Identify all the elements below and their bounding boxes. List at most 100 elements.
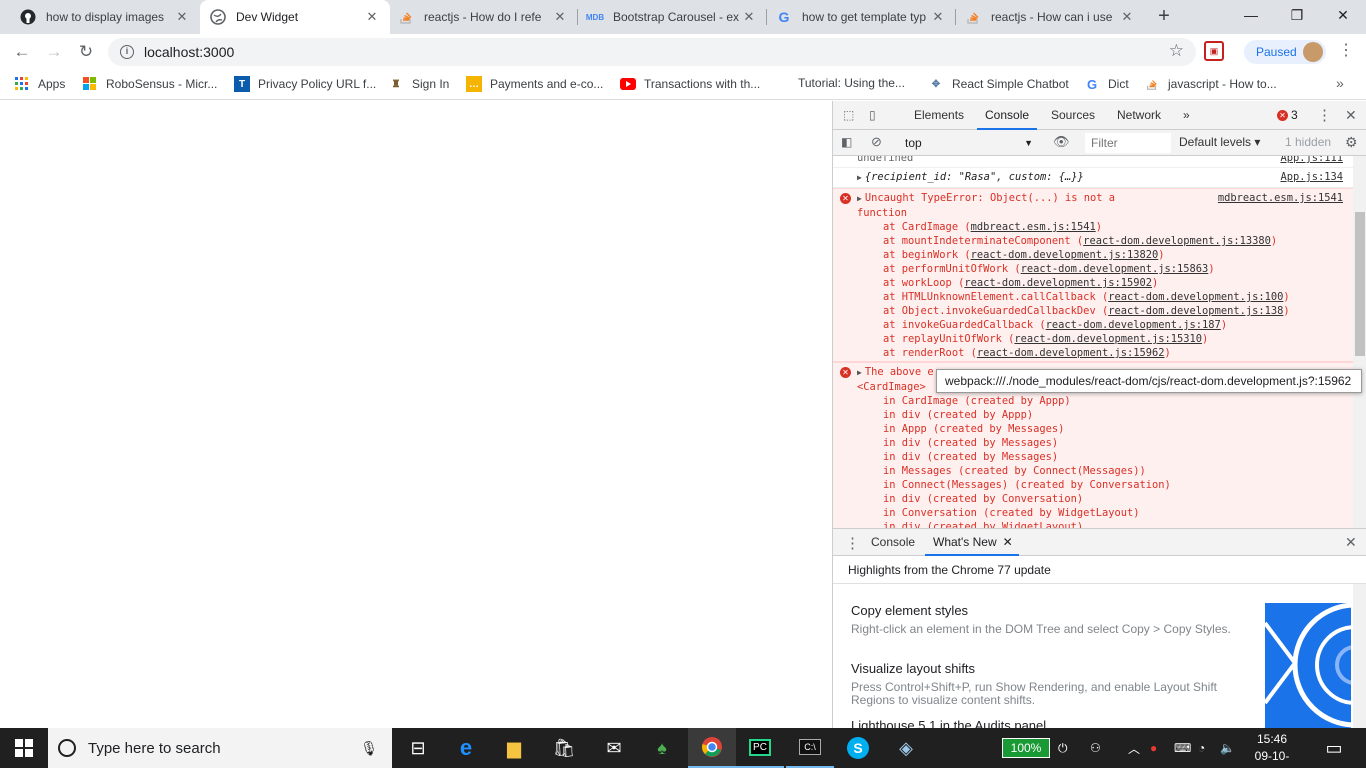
skype-icon[interactable]: S: [834, 728, 882, 768]
drawer-tab-whats-new[interactable]: What's New ✕: [925, 529, 1019, 556]
source-link[interactable]: react-dom.development.js:100: [1108, 291, 1283, 303]
bookmark-item[interactable]: G Dict: [1084, 76, 1129, 92]
close-tab-icon[interactable]: ✕: [1119, 9, 1135, 25]
close-drawer-icon[interactable]: ✕: [1345, 534, 1357, 551]
tab-elements[interactable]: Elements: [906, 101, 972, 130]
tab-sources[interactable]: Sources: [1043, 101, 1103, 130]
terminal-icon[interactable]: C:\: [786, 728, 834, 768]
notifications-icon[interactable]: ▭: [1310, 728, 1358, 768]
forward-arrow-icon[interactable]: →: [42, 40, 66, 64]
source-link[interactable]: react-dom.development.js:15962: [977, 347, 1165, 359]
scroll-thumb[interactable]: [1355, 212, 1365, 356]
chrome-taskbar-icon[interactable]: [688, 728, 736, 768]
source-link[interactable]: mdbreact.esm.js:1541: [1218, 191, 1343, 205]
people-icon[interactable]: ⚇: [1090, 728, 1101, 768]
whats-new-item[interactable]: Visualize layout shifts Press Control+Sh…: [851, 661, 1251, 707]
sidebar-toggle-icon[interactable]: ◧: [841, 135, 852, 149]
more-tabs-icon[interactable]: »: [1175, 101, 1198, 130]
drawer-tab-console[interactable]: Console: [863, 529, 923, 556]
close-window-icon[interactable]: ✕: [1320, 0, 1366, 32]
close-tab-icon[interactable]: ✕: [364, 9, 380, 25]
filter-input[interactable]: [1085, 133, 1171, 153]
app-icon[interactable]: ◈: [882, 728, 930, 768]
tab-console[interactable]: Console: [977, 101, 1038, 130]
pycharm-icon[interactable]: PC: [736, 728, 784, 768]
store-icon[interactable]: 🛍: [540, 728, 588, 768]
close-tab-icon[interactable]: ✕: [552, 9, 568, 25]
device-toolbar-icon[interactable]: ▯: [869, 108, 876, 122]
minimize-icon[interactable]: —: [1228, 0, 1274, 32]
browser-tab-active[interactable]: Dev Widget ✕: [200, 0, 390, 34]
edge-icon[interactable]: e: [442, 728, 490, 768]
system-clock[interactable]: 15:46 09-10-2019: [1244, 731, 1300, 782]
source-link[interactable]: react-dom.development.js:13380: [1083, 235, 1271, 247]
keyboard-icon[interactable]: ⌨: [1174, 728, 1191, 768]
new-tab-button[interactable]: +: [1152, 5, 1176, 29]
source-link[interactable]: mdbreact.esm.js:1541: [971, 221, 1096, 233]
chrome-menu-icon[interactable]: ⋮: [1338, 40, 1354, 64]
bookmark-apps[interactable]: Apps: [14, 76, 65, 92]
bookmark-item[interactable]: ♜ Sign In: [388, 76, 450, 92]
bookmark-item[interactable]: … Payments and e-co...: [466, 76, 603, 92]
bookmarks-more-icon[interactable]: »: [1336, 75, 1344, 91]
expand-triangle-icon[interactable]: ▶: [857, 368, 862, 377]
bookmark-item[interactable]: T Privacy Policy URL f...: [234, 76, 376, 92]
expand-triangle-icon[interactable]: ▶: [857, 194, 862, 203]
log-levels-select[interactable]: Default levels ▾: [1179, 135, 1260, 149]
console-scrollbar[interactable]: [1353, 156, 1366, 528]
browser-tab[interactable]: reactjs - How can i use ✕: [955, 0, 1145, 34]
browser-tab[interactable]: how to display images ✕: [10, 0, 200, 34]
clear-console-icon[interactable]: ⊘: [871, 134, 882, 150]
bookmark-item[interactable]: Tutorial: Using the...: [798, 76, 905, 90]
tab-network[interactable]: Network: [1109, 101, 1169, 130]
extension-icon[interactable]: ▣: [1204, 41, 1224, 61]
reload-icon[interactable]: ↻: [74, 40, 98, 64]
close-tab-icon[interactable]: ✕: [930, 9, 946, 25]
console-log-row[interactable]: ▶ {recipient_id: "Rasa", custom: {…}} App…: [833, 168, 1353, 188]
source-link[interactable]: react-dom.development.js:15863: [1021, 263, 1209, 275]
console-error-row[interactable]: ✕ ▶ Uncaught TypeError: Object(...) is no…: [833, 188, 1353, 362]
mongodb-icon[interactable]: ♠: [638, 728, 686, 768]
source-link[interactable]: react-dom.development.js:187: [1046, 319, 1221, 331]
drawer-scrollbar[interactable]: [1353, 584, 1366, 728]
task-view-icon[interactable]: ⊟: [394, 728, 442, 768]
close-devtools-icon[interactable]: ✕: [1345, 107, 1357, 124]
source-link[interactable]: react-dom.development.js:13820: [971, 249, 1159, 261]
bookmark-item[interactable]: javascript - How to...: [1144, 76, 1277, 92]
browser-tab[interactable]: G how to get template typ ✕: [766, 0, 956, 34]
drawer-menu-icon[interactable]: ⋮: [845, 534, 860, 552]
devtools-menu-icon[interactable]: ⋮: [1317, 106, 1332, 124]
bookmark-item[interactable]: RoboSensus - Micr...: [82, 76, 217, 92]
microphone-icon[interactable]: 🎙: [360, 740, 378, 757]
source-link[interactable]: react-dom.development.js:138: [1108, 305, 1283, 317]
info-icon[interactable]: i: [120, 45, 134, 59]
source-link[interactable]: react-dom.development.js:15902: [964, 277, 1152, 289]
wifi-icon[interactable]: ◔: [1198, 728, 1205, 768]
source-link[interactable]: App.js:134: [1280, 170, 1343, 184]
error-count-badge[interactable]: ✕ 3: [1277, 108, 1298, 122]
mail-icon[interactable]: ✉: [590, 728, 638, 768]
source-link[interactable]: App.js:111: [1280, 156, 1343, 165]
expand-triangle-icon[interactable]: ▶: [857, 173, 862, 182]
close-tab-icon[interactable]: ✕: [741, 9, 757, 25]
address-bar[interactable]: i ☆: [108, 38, 1196, 66]
whats-new-item[interactable]: Lighthouse 5.1 in the Audits panel: [851, 718, 1251, 728]
windows-start-icon[interactable]: [0, 728, 48, 768]
browser-tab[interactable]: MDB Bootstrap Carousel - ex ✕: [577, 0, 767, 34]
volume-icon[interactable]: 🔈: [1220, 728, 1235, 768]
bookmark-star-icon[interactable]: ☆: [1169, 41, 1184, 61]
whats-new-item[interactable]: Copy element styles Right-click an eleme…: [851, 603, 1251, 636]
bookmark-item[interactable]: Transactions with th...: [620, 76, 760, 92]
battery-indicator[interactable]: 100%: [1002, 738, 1050, 758]
bookmark-item[interactable]: ✥ React Simple Chatbot: [928, 76, 1069, 92]
file-explorer-icon[interactable]: ▆: [490, 728, 538, 768]
settings-gear-icon[interactable]: ⚙: [1345, 134, 1358, 151]
chevron-up-icon[interactable]: ︿: [1128, 728, 1140, 768]
power-plug-icon[interactable]: ⏻: [1058, 728, 1068, 768]
profile-button[interactable]: Paused: [1244, 40, 1326, 64]
source-link[interactable]: react-dom.development.js:15310: [1014, 333, 1202, 345]
browser-tab[interactable]: reactjs - How do I refe ✕: [388, 0, 578, 34]
context-select[interactable]: top ▼: [899, 133, 1039, 153]
maximize-icon[interactable]: ❐: [1274, 0, 1320, 32]
taskbar-search[interactable]: Type here to search 🎙: [48, 728, 392, 768]
